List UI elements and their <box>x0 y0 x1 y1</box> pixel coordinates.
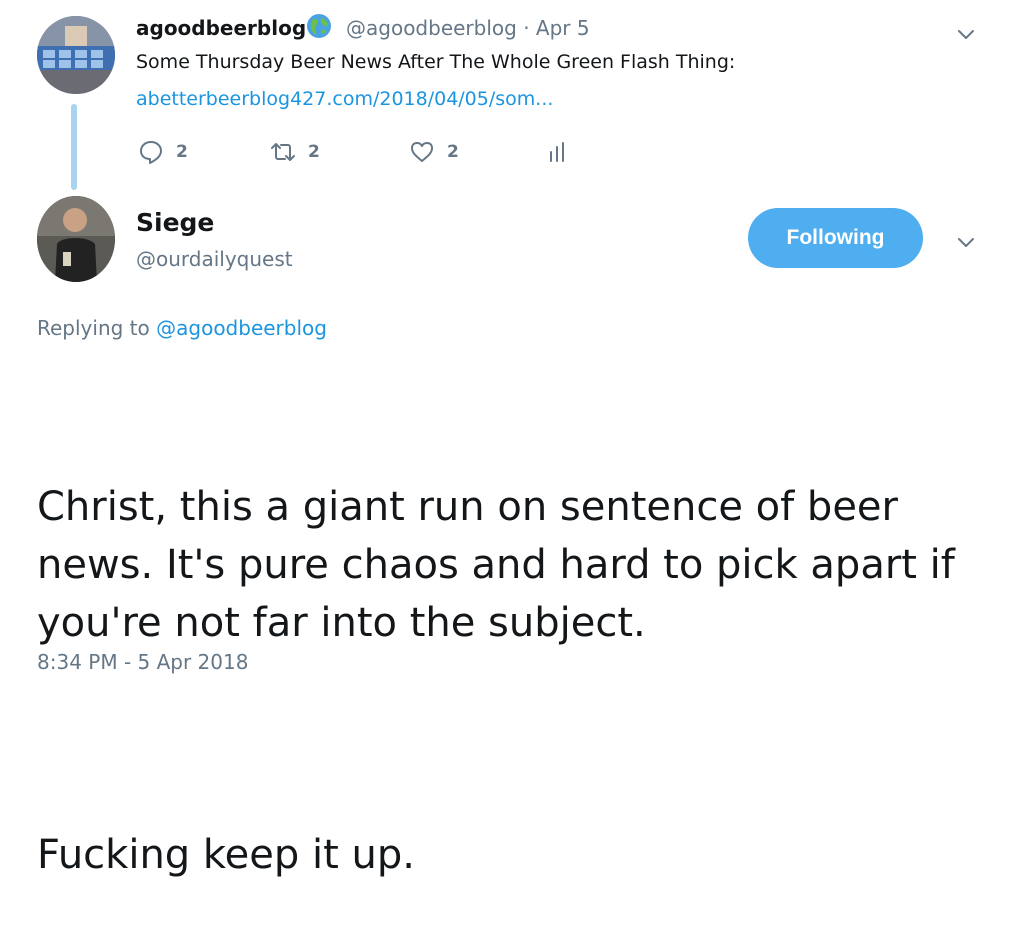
replying-to-label: Replying to <box>37 316 157 340</box>
replying-to: Replying to @agoodbeerblog <box>37 316 327 340</box>
parent-tweet-text: Some Thursday Beer News After The Whole … <box>136 51 736 73</box>
parent-avatar[interactable] <box>37 16 115 94</box>
reply-button[interactable]: 2 <box>138 138 188 166</box>
like-button[interactable]: 2 <box>409 138 459 166</box>
retweet-icon <box>271 143 295 161</box>
chevron-down-icon[interactable] <box>954 22 978 46</box>
globe-icon <box>306 13 332 39</box>
tweet-body-paragraph: Christ, this a giant run on sentence of … <box>37 484 955 646</box>
replying-to-handle[interactable]: @agoodbeerblog <box>156 316 327 340</box>
reply-handle[interactable]: @ourdailyquest <box>136 247 293 271</box>
analytics-icon <box>550 142 564 162</box>
thread-line <box>71 104 77 190</box>
tweet-timestamp[interactable]: 8:34 PM - 5 Apr 2018 <box>37 650 248 674</box>
following-button[interactable]: Following <box>748 208 923 268</box>
chevron-down-icon[interactable] <box>954 230 978 254</box>
parent-display-name[interactable]: agoodbeerblog <box>136 16 306 40</box>
reply-count: 2 <box>176 142 188 162</box>
reply-icon <box>140 141 162 164</box>
avatar-image <box>37 196 115 282</box>
analytics-button[interactable] <box>545 138 571 166</box>
reply-avatar[interactable] <box>37 196 115 282</box>
parent-handle-date[interactable]: @agoodbeerblog · Apr 5 <box>346 16 590 40</box>
reply-display-name[interactable]: Siege <box>136 208 214 237</box>
tweet-body-paragraph: Fucking keep it up. <box>37 832 415 878</box>
like-count: 2 <box>447 142 459 162</box>
retweet-button[interactable]: 2 <box>270 138 320 166</box>
heart-icon <box>411 142 433 162</box>
parent-tweet-link[interactable]: abetterbeerblog427.com/2018/04/05/som... <box>136 88 553 110</box>
avatar-image <box>37 16 115 94</box>
retweet-count: 2 <box>308 142 320 162</box>
